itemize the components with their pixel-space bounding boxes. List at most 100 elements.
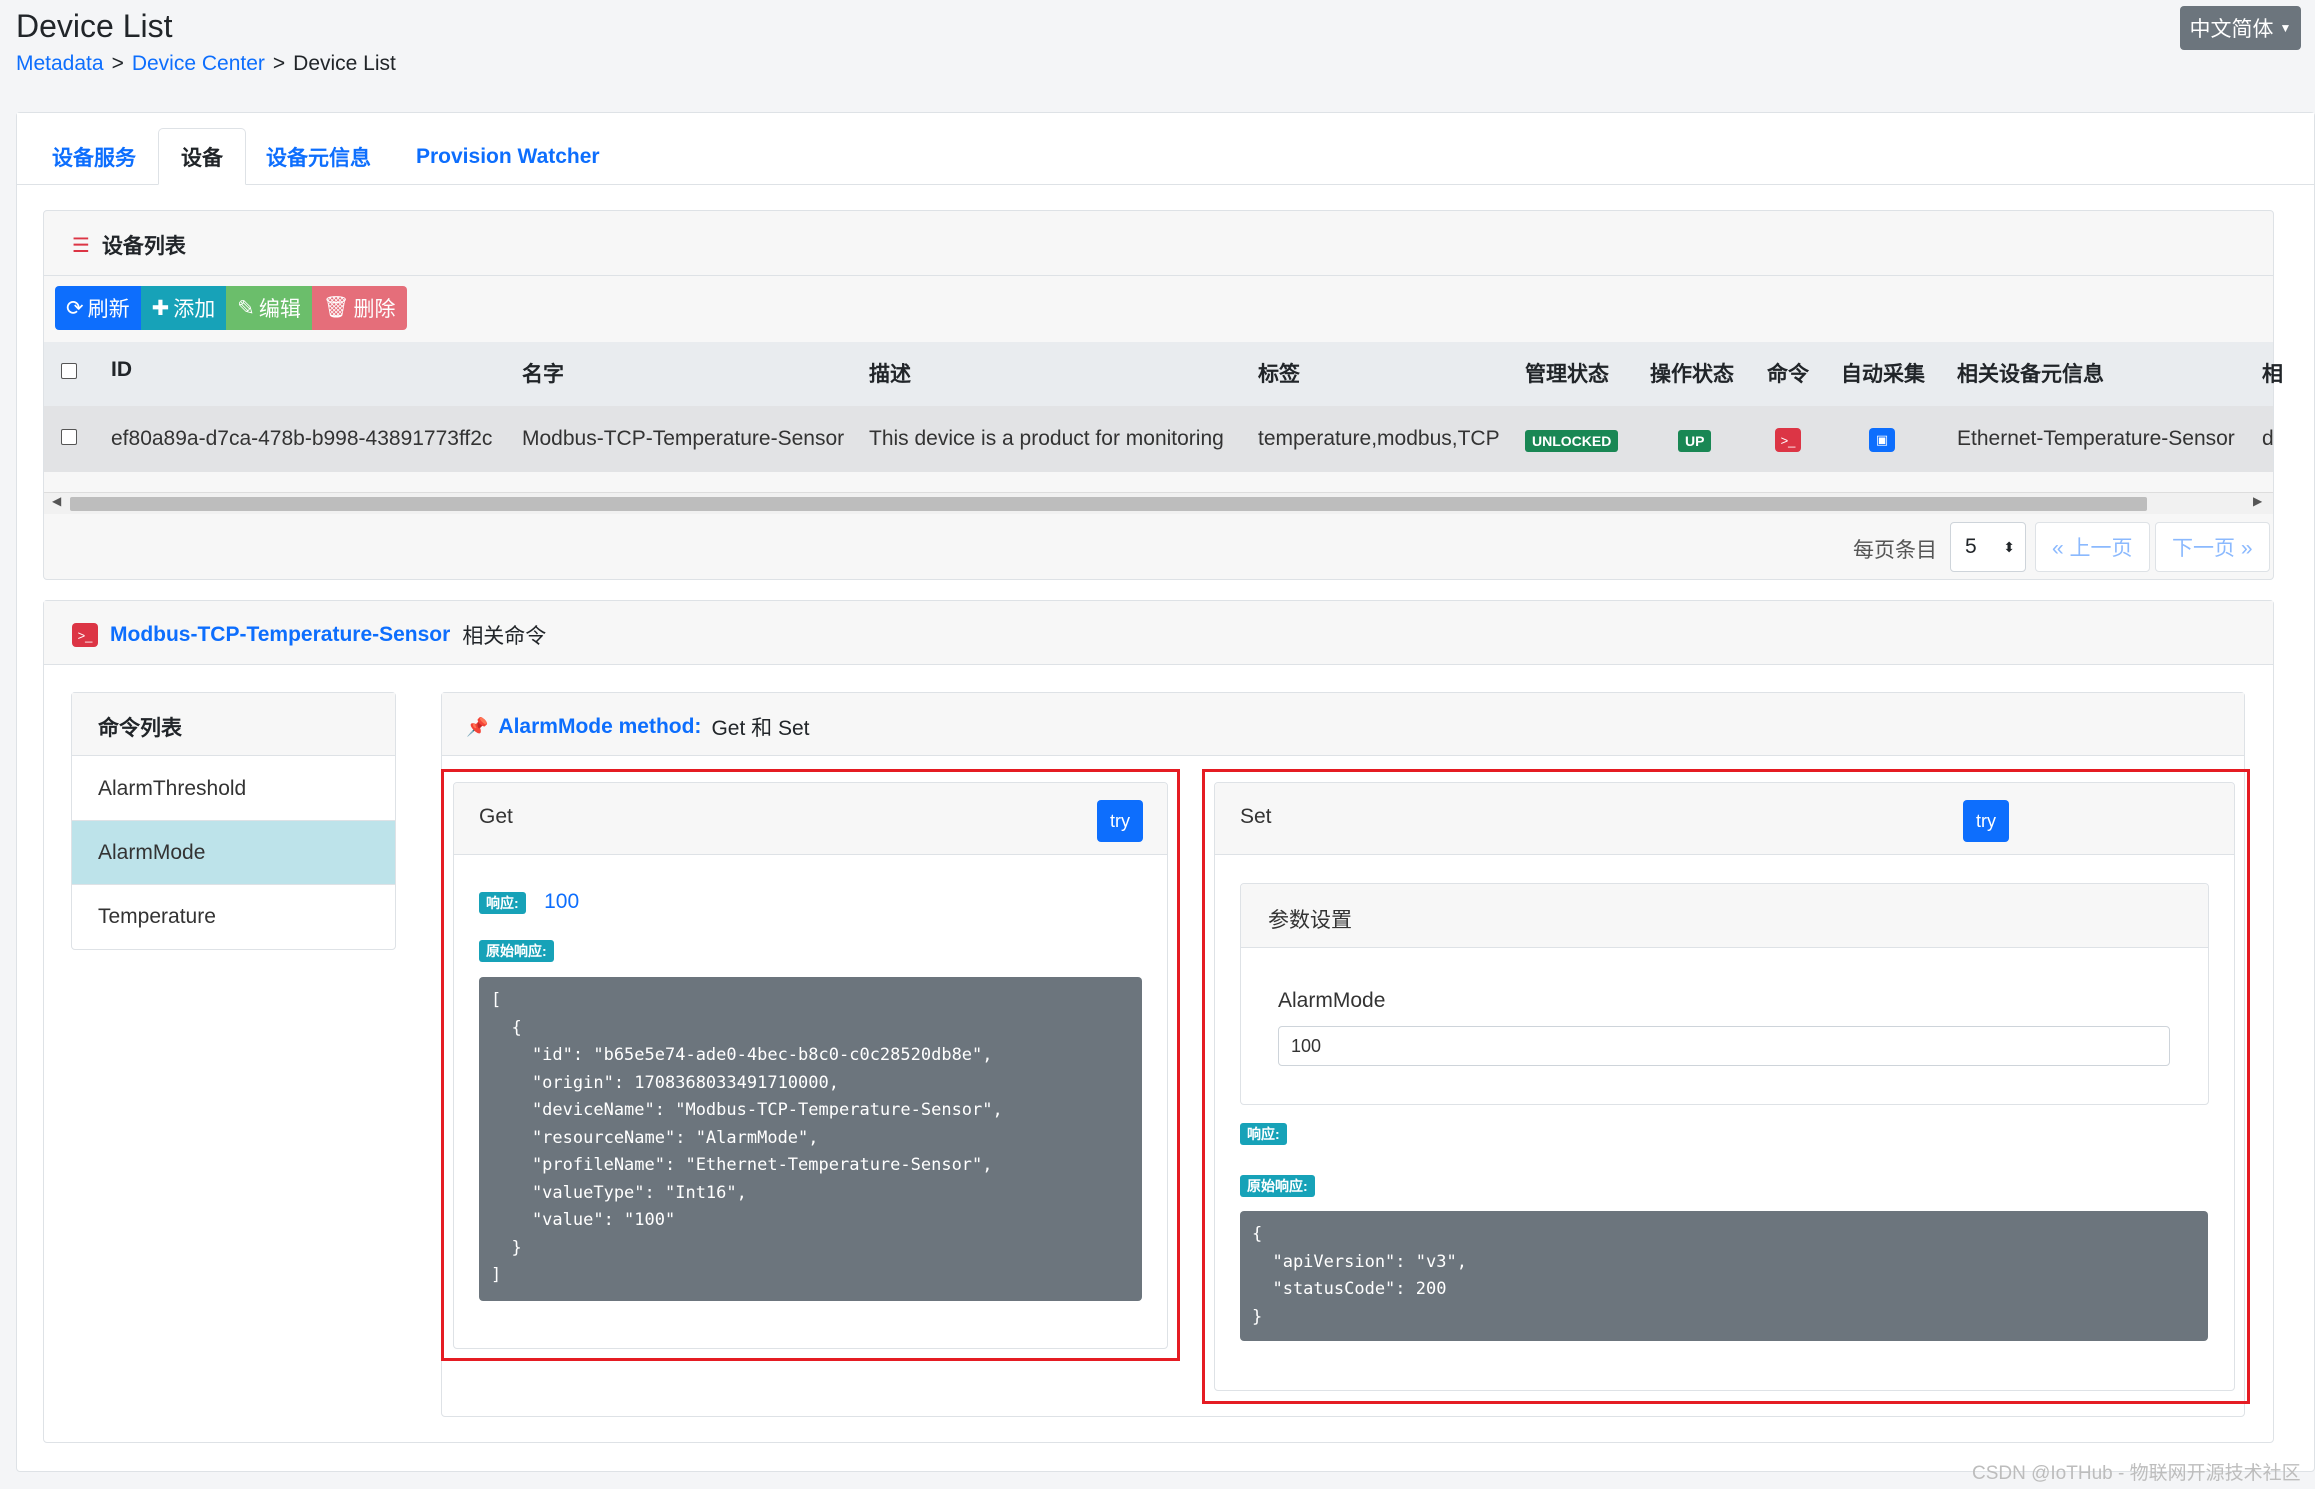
refresh-icon: ⟳ [66,296,84,320]
trash-icon: 🗑 [322,296,350,319]
panel-divider [43,275,2274,276]
get-raw-label-row: 原始响应: [479,940,554,962]
row-checkbox[interactable] [61,429,77,445]
set-raw-badge: 原始响应: [1240,1175,1315,1197]
tab-device-service[interactable]: 设备服务 [30,128,158,185]
column-header-admin-state[interactable]: 管理状态 [1525,358,1609,388]
calendar-icon[interactable]: ▣ [1869,428,1895,452]
delete-label: 删除 [353,298,396,321]
method-value: Get 和 Set [711,717,810,740]
cell-profile-link[interactable]: Ethernet-Temperature-Sensor [1957,427,2235,451]
per-page-select[interactable]: 5 ⬍ [1950,522,2026,572]
set-response-row: 响应: [1240,1123,1287,1145]
refresh-label: 刷新 [87,298,130,321]
delete-button[interactable]: 🗑 删除 [311,286,407,330]
refresh-button[interactable]: ⟳ 刷新 [55,286,141,330]
breadcrumb-separator: > [272,52,286,75]
cell-name: Modbus-TCP-Temperature-Sensor [522,427,845,450]
edit-button[interactable]: ✎ 编辑 [226,286,312,330]
add-button[interactable]: ✚ 添加 [140,286,227,330]
column-header-command[interactable]: 命令 [1767,358,1809,388]
params-card-header [1241,884,2208,948]
admin-state-badge: UNLOCKED [1525,430,1619,452]
column-header-labels[interactable]: 标签 [1258,358,1300,388]
column-header-operating-state[interactable]: 操作状态 [1650,358,1734,388]
column-header-name[interactable]: 名字 [522,358,564,388]
set-raw-response-code: { "apiVersion": "v3", "statusCode": 200 … [1240,1211,2208,1341]
terminal-icon[interactable]: >_ [1775,428,1801,452]
plus-icon: ✚ [151,296,170,320]
edit-label: 编辑 [258,298,301,321]
sort-arrows-icon: ⬍ [2003,538,2015,555]
next-page-button[interactable]: 下一页 » [2155,522,2270,572]
tab-device[interactable]: 设备 [158,128,246,185]
column-header-profile[interactable]: 相关设备元信息 [1957,358,2104,388]
device-toolbar: ⟳ 刷新 ✚ 添加 ✎ 编辑 🗑 删除 [55,286,407,330]
edit-icon: ✎ [237,296,255,320]
get-response-value: 100 [544,890,580,913]
select-all-checkbox[interactable] [61,363,77,379]
command-item-temperature[interactable]: Temperature [72,885,395,949]
column-header-extra[interactable]: 相 [2262,358,2283,388]
get-raw-response-code: [ { "id": "b65e5e74-ade0-4bec-b8c0-c0c28… [479,977,1142,1301]
device-list-title: ☰ 设备列表 [72,230,186,260]
get-title: Get [479,805,513,828]
scrollbar-thumb[interactable] [70,497,2147,511]
column-header-id[interactable]: ID [111,358,132,382]
get-response-row: 响应: 100 [479,890,579,914]
add-label: 添加 [173,298,216,321]
set-card-header [1215,783,2234,855]
get-try-button[interactable]: try [1097,800,1143,842]
command-title-suffix: 相关命令 [462,625,547,648]
breadcrumb-metadata-link[interactable]: Metadata [16,52,104,75]
column-header-autoevent[interactable]: 自动采集 [1841,358,1925,388]
command-item-alarmmode[interactable]: AlarmMode [72,821,395,885]
scroll-left-icon[interactable]: ◀ [52,494,61,508]
command-device-name: Modbus-TCP-Temperature-Sensor [110,623,451,646]
set-title: Set [1240,805,1272,828]
scroll-right-icon[interactable]: ▶ [2253,494,2262,508]
command-item-alarmthreshold[interactable]: AlarmThreshold [72,757,395,821]
operating-state-badge: UP [1678,430,1712,452]
prev-page-button[interactable]: « 上一页 [2035,522,2150,572]
column-header-description[interactable]: 描述 [869,358,911,388]
per-page-label: 每页条目 [1853,539,1937,562]
cell-description: This device is a product for monitoring [869,427,1224,450]
admin-state-badge-cell: UNLOCKED [1525,428,1619,452]
set-raw-label-row: 原始响应: [1240,1175,1315,1197]
set-response-badge: 响应: [1240,1123,1287,1145]
breadcrumb-separator: > [111,52,124,75]
cell-labels: temperature,modbus,TCP [1258,427,1500,450]
cell-id: ef80a89a-d7ca-478b-b998-43891773ff2c [111,427,493,450]
breadcrumb-current: Device List [293,52,396,75]
method-label: AlarmMode method: [498,715,702,738]
tab-provision-watcher[interactable]: Provision Watcher [394,128,622,185]
page-title: Device List [16,8,173,44]
command-panel-title: >_ Modbus-TCP-Temperature-Sensor 相关命令 [72,620,546,650]
params-title: 参数设置 [1268,909,1352,932]
terminal-icon: >_ [72,623,98,647]
list-icon: ☰ [72,234,90,257]
breadcrumb: Metadata > Device Center > Device List [16,52,396,76]
language-dropdown-button[interactable]: 中文简体 ▼ [2180,6,2301,50]
tab-device-profile[interactable]: 设备元信息 [244,128,393,185]
get-raw-badge: 原始响应: [479,940,554,962]
param-label: AlarmMode [1278,989,1386,1012]
operating-state-badge-cell: UP [1678,428,1712,452]
per-page-value: 5 [1965,535,1977,558]
caret-down-icon: ▼ [2279,21,2292,35]
breadcrumb-device-center-link[interactable]: Device Center [132,52,265,75]
device-list-title-text: 设备列表 [101,235,186,258]
get-response-badge: 响应: [479,892,526,914]
cell-extra-link[interactable]: d [2262,427,2274,451]
alarmmode-input[interactable]: 100 [1278,1026,2170,1066]
set-try-button[interactable]: try [1963,800,2009,842]
method-title: 📌 AlarmMode method: Get 和 Set [466,712,809,742]
watermark: CSDN @IoTHub - 物联网开源技术社区 [1972,1463,2301,1484]
pin-icon: 📌 [466,716,489,737]
get-card-header [454,783,1167,855]
page-header [0,0,2315,92]
table-header [44,342,2273,406]
language-label: 中文简体 [2189,18,2274,41]
command-list-title: 命令列表 [98,717,182,740]
